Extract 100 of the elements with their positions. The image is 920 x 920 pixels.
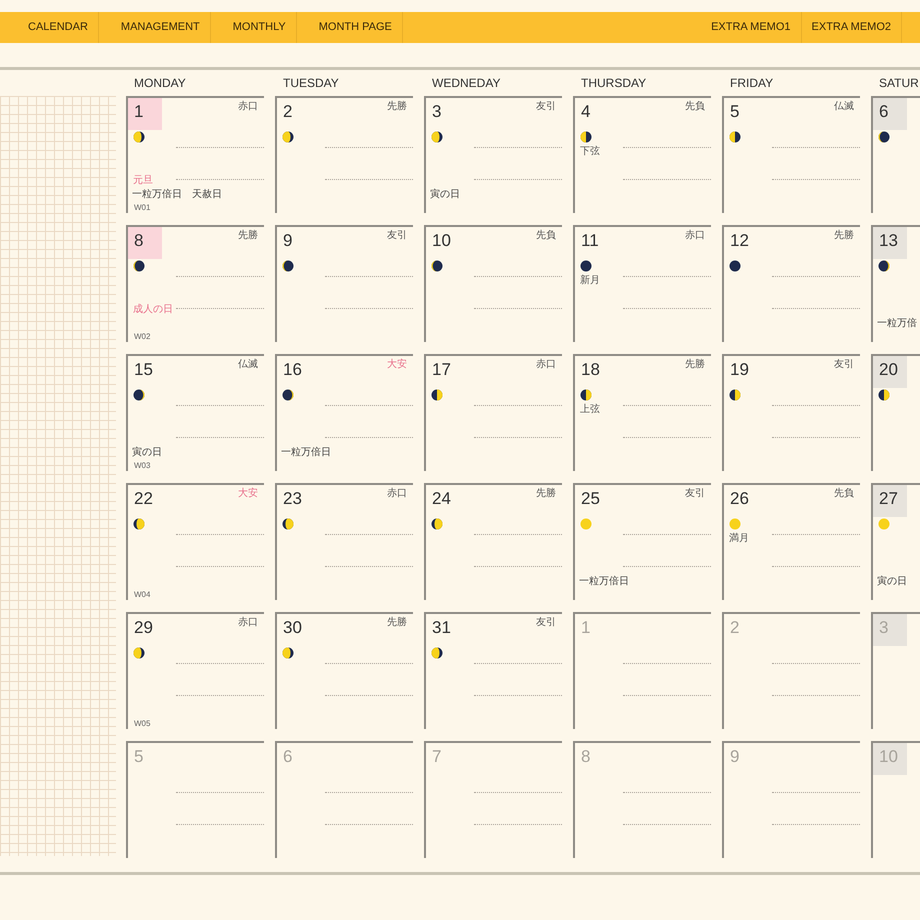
day-number: 18 bbox=[580, 359, 601, 381]
note-text: 一粒万倍日 bbox=[281, 448, 331, 458]
moon-phase-icon bbox=[729, 389, 741, 401]
rokuyo-label: 赤口 bbox=[536, 358, 557, 372]
week-number: W05 bbox=[133, 720, 150, 728]
moon-phase-icon bbox=[282, 260, 294, 272]
moon-phase-icon bbox=[580, 260, 592, 272]
weekday-label: THURSDAY bbox=[581, 76, 646, 90]
rokuyo-label: 仏滅 bbox=[834, 100, 855, 114]
day-number: 31 bbox=[431, 617, 452, 639]
note-text: 寅の日 bbox=[132, 448, 162, 458]
week-number: W04 bbox=[133, 591, 150, 599]
day-number: 10 bbox=[431, 230, 452, 252]
moon-phase-label: 新月 bbox=[580, 275, 601, 287]
rokuyo-label: 先勝 bbox=[834, 228, 855, 243]
day-number: 20 bbox=[873, 356, 907, 388]
moon-phase-icon bbox=[878, 389, 890, 401]
moon-phase-icon bbox=[580, 518, 592, 530]
day-number: 9 bbox=[729, 746, 740, 768]
moon-phase-icon bbox=[878, 518, 890, 530]
day-number: 5 bbox=[729, 101, 740, 123]
nav-link[interactable]: EXTRA MEMO2 bbox=[802, 12, 902, 43]
weekday-label: TUESDAY bbox=[283, 76, 339, 90]
nav-link[interactable]: CALENDAR bbox=[18, 12, 99, 43]
moon-phase-icon bbox=[878, 131, 890, 143]
day-number: 16 bbox=[282, 359, 303, 381]
rokuyo-label: 赤口 bbox=[387, 486, 408, 501]
weekday-label: SATUR bbox=[879, 76, 919, 90]
rokuyo-label: 先勝 bbox=[387, 616, 408, 630]
moon-phase-label: 上弦 bbox=[580, 404, 601, 416]
day-number: 8 bbox=[580, 746, 592, 768]
holiday-name: 成人の日 bbox=[133, 304, 174, 316]
nav-link[interactable]: MANAGEMENT bbox=[110, 12, 211, 43]
moon-phase-icon bbox=[431, 260, 443, 272]
day-number: 13 bbox=[873, 227, 907, 259]
moon-phase-label: 満月 bbox=[729, 533, 750, 545]
rokuyo-label: 友引 bbox=[536, 100, 557, 114]
rokuyo-label: 赤口 bbox=[238, 100, 259, 114]
day-number: 22 bbox=[133, 488, 154, 510]
day-number: 25 bbox=[580, 488, 601, 510]
day-number: 9 bbox=[282, 230, 294, 252]
day-number: 19 bbox=[729, 359, 750, 381]
rokuyo-label: 赤口 bbox=[685, 228, 706, 243]
rokuyo-label: 友引 bbox=[685, 487, 706, 501]
rokuyo-label: 大安 bbox=[387, 358, 408, 372]
rokuyo-label: 友引 bbox=[536, 616, 557, 630]
day-number: 6 bbox=[282, 746, 294, 768]
day-number: 4 bbox=[580, 101, 592, 123]
rokuyo-label: 友引 bbox=[387, 229, 408, 243]
moon-phase-icon bbox=[580, 389, 592, 401]
note-text: 一粒万倍日 bbox=[132, 190, 182, 200]
moon-phase-icon bbox=[431, 518, 443, 530]
day-number: 2 bbox=[729, 617, 740, 639]
day-number: 17 bbox=[431, 359, 452, 381]
note-text: 寅の日 bbox=[430, 190, 460, 200]
day-number: 7 bbox=[431, 746, 442, 768]
moon-phase-icon bbox=[133, 131, 145, 143]
rokuyo-label: 大安 bbox=[238, 486, 259, 501]
weekday-label: WEDNEDAY bbox=[432, 76, 500, 90]
moon-phase-icon bbox=[878, 260, 890, 272]
day-number: 23 bbox=[282, 488, 303, 510]
moon-phase-icon bbox=[729, 518, 741, 530]
moon-phase-icon bbox=[282, 647, 294, 659]
day-number: 27 bbox=[873, 485, 907, 517]
rokuyo-label: 先負 bbox=[834, 486, 855, 501]
moon-phase-icon bbox=[133, 518, 145, 530]
day-number: 11 bbox=[580, 230, 600, 252]
weekday-label: MONDAY bbox=[134, 76, 186, 90]
note-text: 一粒万倍 bbox=[877, 319, 917, 329]
rokuyo-label: 赤口 bbox=[238, 616, 259, 630]
week-number: W02 bbox=[133, 333, 150, 341]
note-text: 寅の日 bbox=[877, 577, 907, 587]
moon-phase-icon bbox=[133, 389, 145, 401]
day-number: 3 bbox=[873, 614, 907, 646]
day-number: 15 bbox=[133, 359, 154, 381]
moon-phase-icon bbox=[133, 260, 145, 272]
day-number: 3 bbox=[431, 101, 442, 123]
moon-phase-label: 下弦 bbox=[580, 146, 601, 158]
rokuyo-label: 先負 bbox=[685, 100, 706, 114]
day-number: 5 bbox=[133, 746, 144, 768]
holiday-name: 元旦 bbox=[133, 175, 154, 187]
nav-link[interactable]: MONTHLY bbox=[222, 12, 297, 43]
rokuyo-label: 先負 bbox=[536, 228, 557, 243]
day-number: 1 bbox=[128, 98, 162, 130]
moon-phase-icon bbox=[431, 647, 443, 659]
moon-phase-icon bbox=[431, 131, 443, 143]
moon-phase-icon bbox=[729, 131, 741, 143]
nav-link[interactable]: MONTH PAGE bbox=[308, 12, 403, 43]
moon-phase-icon bbox=[282, 389, 294, 401]
moon-phase-icon bbox=[282, 518, 294, 530]
rokuyo-label: 先勝 bbox=[536, 486, 557, 501]
note-text: 一粒万倍日 bbox=[579, 577, 629, 587]
rokuyo-label: 友引 bbox=[834, 358, 855, 372]
rokuyo-label: 先勝 bbox=[387, 100, 408, 114]
rokuyo-label: 先勝 bbox=[238, 228, 259, 243]
day-number: 24 bbox=[431, 488, 452, 510]
moon-phase-icon bbox=[133, 647, 145, 659]
moon-phase-icon bbox=[431, 389, 443, 401]
rokuyo-label: 先勝 bbox=[685, 358, 706, 372]
nav-link[interactable]: EXTRA MEMO1 bbox=[701, 12, 802, 43]
